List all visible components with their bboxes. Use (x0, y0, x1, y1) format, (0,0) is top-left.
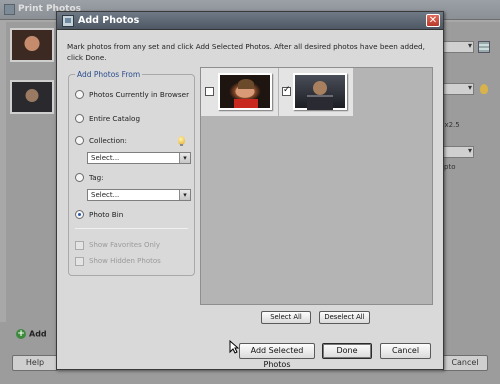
radio-button[interactable] (75, 172, 84, 182)
add-photos-dialog: Add Photos ✕ Mark photos from any set an… (56, 11, 444, 370)
select-all-button[interactable]: Select All (261, 311, 311, 324)
checkbox (75, 256, 84, 266)
add-icon: + (16, 329, 26, 339)
checkbox-label: Show Favorites Only (89, 241, 160, 249)
group-divider (75, 228, 188, 229)
print-option-label: pto (444, 163, 456, 171)
tag-select[interactable]: Select... ▾ (87, 189, 191, 201)
print-icon (4, 4, 15, 15)
add-photos-from-group: Add Photos From Photos Currently in Brow… (68, 70, 195, 276)
dialog-title-bar[interactable]: Add Photos ✕ (57, 12, 443, 30)
photo-cell[interactable] (279, 68, 354, 116)
radio-button[interactable] (75, 113, 84, 123)
radio-tag[interactable]: Tag: (75, 171, 104, 183)
collection-select-value: Select... (91, 154, 120, 162)
add-photos-button[interactable]: + Add (16, 329, 47, 339)
print-photos-thumbnail-panel (6, 22, 58, 322)
add-selected-photos-button[interactable]: Add Selected Photos (239, 343, 315, 369)
deselect-all-label: Deselect All (324, 313, 365, 321)
help-button[interactable]: Help (12, 355, 58, 371)
help-label: Help (25, 358, 45, 367)
radio-button[interactable] (75, 209, 84, 219)
photo-select-checkbox[interactable] (205, 87, 214, 96)
select-all-label: Select All (270, 313, 302, 321)
add-selected-photos-label: Add Selected Photos (250, 346, 304, 369)
radio-collection[interactable]: Collection: (75, 134, 127, 146)
show-favorites-only-option: Show Favorites Only (75, 239, 160, 251)
page-layout-icon[interactable] (478, 41, 490, 53)
photo-gallery[interactable] (200, 67, 433, 305)
tip-bulb-icon[interactable] (480, 84, 488, 94)
photo-thumbnail[interactable] (293, 73, 347, 110)
print-cancel-button[interactable]: Cancel (442, 355, 488, 371)
radio-photo-bin[interactable]: Photo Bin (75, 208, 123, 220)
radio-label: Collection: (89, 135, 127, 145)
chevron-down-icon[interactable]: ▾ (179, 153, 190, 163)
radio-label: Photo Bin (89, 209, 124, 219)
cancel-label: Cancel (391, 346, 420, 355)
radio-photos-in-browser[interactable]: Photos Currently in Browser (75, 88, 189, 100)
group-legend: Add Photos From (75, 70, 143, 79)
done-label: Done (336, 346, 358, 355)
photo-select-checkbox[interactable] (282, 85, 291, 96)
radio-button[interactable] (75, 135, 84, 145)
collection-select[interactable]: Select... ▾ (87, 152, 191, 164)
print-photo-thumbnail[interactable] (10, 28, 54, 62)
close-icon[interactable]: ✕ (426, 14, 440, 27)
checkbox-label: Show Hidden Photos (89, 257, 161, 265)
radio-button[interactable] (75, 89, 84, 99)
dialog-title: Add Photos (78, 15, 140, 26)
dialog-instructions: Mark photos from any set and click Add S… (67, 42, 425, 62)
radio-entire-catalog[interactable]: Entire Catalog (75, 112, 140, 124)
photo-thumbnail[interactable] (218, 73, 272, 110)
cancel-button[interactable]: Cancel (380, 343, 431, 359)
mouse-pointer-icon (229, 340, 239, 354)
collection-tip-bulb-icon[interactable] (178, 136, 185, 146)
radio-label: Photos Currently in Browser (89, 89, 190, 99)
add-photos-app-icon (62, 15, 74, 27)
photo-cell[interactable] (201, 68, 279, 116)
chevron-down-icon[interactable]: ▾ (179, 190, 190, 200)
deselect-all-button[interactable]: Deselect All (319, 311, 370, 324)
print-cancel-label: Cancel (451, 358, 479, 367)
print-photo-thumbnail[interactable] (10, 80, 54, 114)
radio-label: Tag: (89, 172, 104, 182)
radio-label: Entire Catalog (89, 113, 141, 123)
checkbox (75, 240, 84, 250)
show-hidden-photos-option: Show Hidden Photos (75, 255, 161, 267)
done-button[interactable]: Done (322, 343, 372, 359)
tag-select-value: Select... (91, 191, 120, 199)
add-label: Add (29, 329, 47, 339)
